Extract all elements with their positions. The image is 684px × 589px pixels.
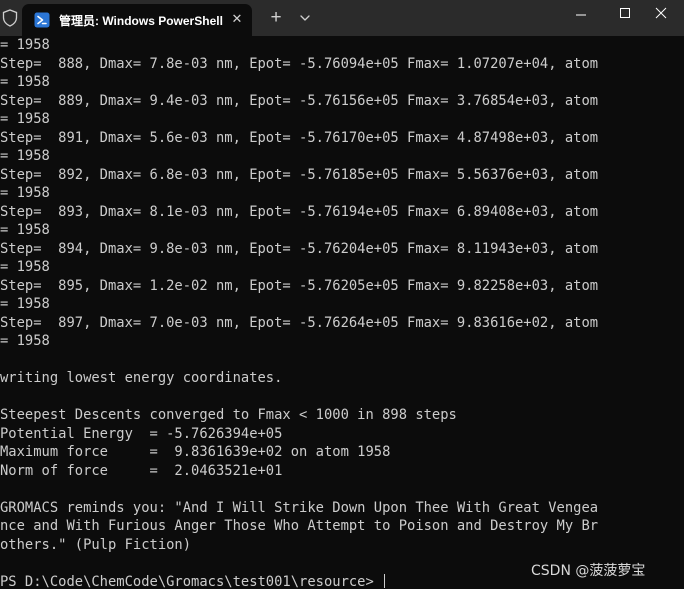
- title-bar[interactable]: 管理员: Windows PowerShell ✕ +: [0, 0, 684, 36]
- terminal-line: Norm of force = 2.0463521e+01: [0, 462, 283, 479]
- terminal-line: = 1958: [0, 333, 50, 349]
- text-cursor: [384, 573, 386, 588]
- terminal-line: Potential Energy = -5.7626394e+05: [0, 425, 283, 442]
- terminal-line: Step= 894, Dmax= 9.8e-03 nm, Epot= -5.76…: [0, 240, 599, 257]
- new-tab-button[interactable]: +: [266, 8, 286, 28]
- terminal-line: Step= 895, Dmax= 1.2e-02 nm, Epot= -5.76…: [0, 277, 599, 294]
- close-window-button[interactable]: [638, 0, 684, 30]
- terminal-line: Maximum force = 9.8361639e+02 on atom 19…: [0, 444, 391, 460]
- watermark: CSDN @菠菠萝宝: [531, 563, 646, 579]
- terminal-line: = 1958: [0, 37, 50, 53]
- terminal-output[interactable]: = 1958 Step= 888, Dmax= 7.8e-03 nm, Epot…: [0, 36, 684, 589]
- chevron-down-icon[interactable]: [295, 8, 315, 28]
- tab-powershell[interactable]: 管理员: Windows PowerShell ✕: [22, 4, 252, 36]
- command-prompt: PS D:\Code\ChemCode\Gromacs\test001\reso…: [0, 573, 383, 589]
- tab-close-icon[interactable]: ✕: [228, 10, 246, 28]
- terminal-line: Step= 888, Dmax= 7.8e-03 nm, Epot= -5.76…: [0, 55, 599, 72]
- terminal-line: Step= 889, Dmax= 9.4e-03 nm, Epot= -5.76…: [0, 92, 599, 109]
- terminal-line: Step= 892, Dmax= 6.8e-03 nm, Epot= -5.76…: [0, 166, 599, 183]
- terminal-line: nce and With Furious Anger Those Who Att…: [0, 518, 599, 534]
- terminal-line: = 1958: [0, 185, 50, 201]
- terminal-line: = 1958: [0, 74, 50, 90]
- terminal-line: Step= 891, Dmax= 5.6e-03 nm, Epot= -5.76…: [0, 129, 599, 146]
- terminal-line: = 1958: [0, 296, 50, 312]
- terminal-line: = 1958: [0, 222, 50, 238]
- terminal-line: GROMACS reminds you: "And I Will Strike …: [0, 499, 599, 516]
- terminal-line: Steepest Descents converged to Fmax < 10…: [0, 407, 457, 423]
- terminal-line: = 1958: [0, 148, 50, 164]
- powershell-icon: [34, 12, 50, 28]
- terminal-line: = 1958: [0, 111, 50, 127]
- terminal-line: Step= 897, Dmax= 7.0e-03 nm, Epot= -5.76…: [0, 314, 599, 331]
- terminal-line: Step= 893, Dmax= 8.1e-03 nm, Epot= -5.76…: [0, 203, 599, 220]
- tab-title: 管理员: Windows PowerShell: [59, 14, 223, 28]
- terminal-line: = 1958: [0, 259, 50, 275]
- terminal-window: 管理员: Windows PowerShell ✕ + = 1958 Step=…: [0, 0, 684, 589]
- terminal-line: writing lowest energy coordinates.: [0, 370, 283, 386]
- minimize-button[interactable]: [558, 0, 604, 30]
- shield-icon: [2, 9, 18, 27]
- terminal-line: others." (Pulp Fiction): [0, 536, 192, 553]
